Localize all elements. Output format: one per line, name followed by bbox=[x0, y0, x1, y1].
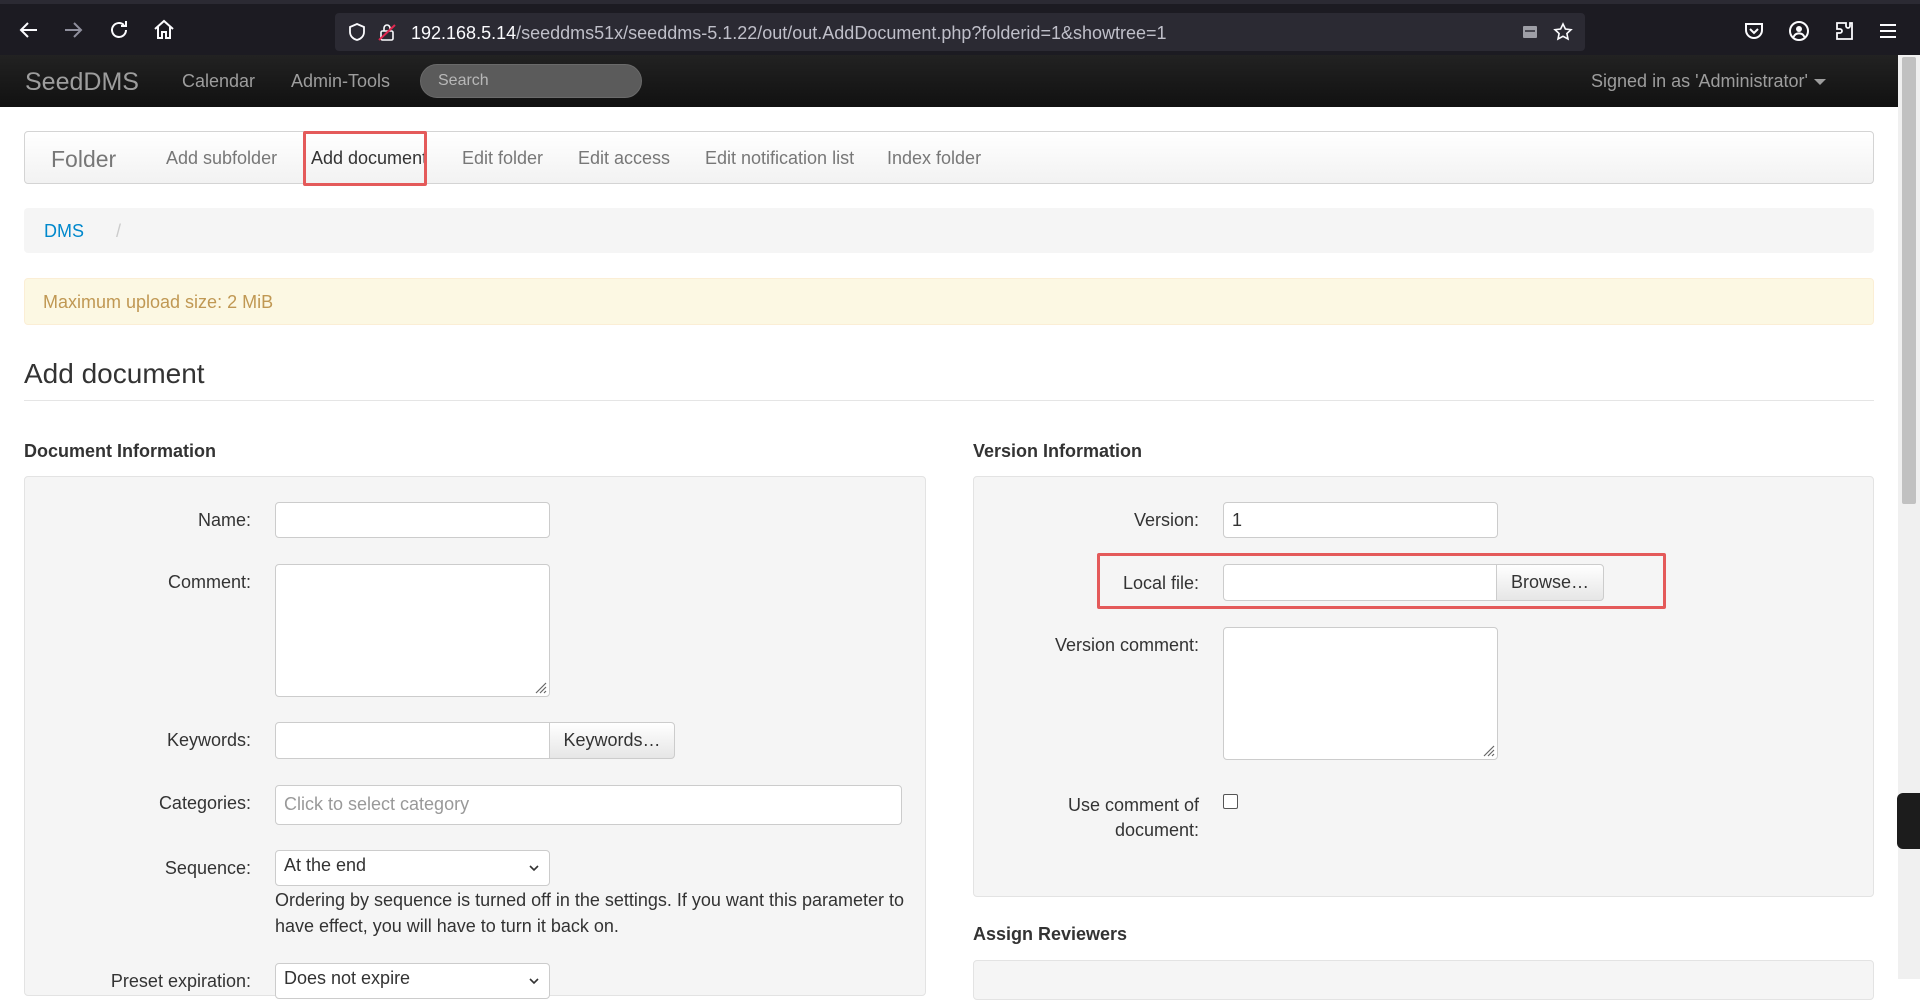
nav-admin-tools[interactable]: Admin-Tools bbox=[291, 71, 390, 92]
use-comment-label-line-1: Use comment of bbox=[1067, 795, 1199, 815]
side-panel-handle[interactable] bbox=[1897, 793, 1920, 849]
chevron-down-icon bbox=[529, 865, 539, 872]
keywords-button[interactable]: Keywords… bbox=[549, 722, 675, 759]
comment-textarea[interactable] bbox=[275, 564, 550, 697]
url-path: /seeddms51x/seeddms-5.1.22/out/out.AddDo… bbox=[516, 23, 1167, 43]
comment-label: Comment: bbox=[167, 572, 251, 592]
home-button[interactable] bbox=[152, 18, 176, 42]
sequence-select[interactable]: At the end bbox=[275, 850, 550, 886]
assign-reviewers-legend: Assign Reviewers bbox=[973, 924, 1128, 944]
pocket-icon[interactable] bbox=[1742, 19, 1766, 43]
arrow-right-icon bbox=[65, 22, 83, 38]
arrow-left-icon bbox=[19, 22, 37, 38]
caret-down-icon bbox=[1814, 79, 1826, 86]
edit-folder-link[interactable]: Edit folder bbox=[462, 148, 543, 169]
bookmark-star-icon[interactable] bbox=[1553, 22, 1573, 42]
edit-access-link[interactable]: Edit access bbox=[578, 148, 670, 169]
expiration-value: Does not expire bbox=[284, 968, 411, 988]
version-comment-label: Version comment: bbox=[1054, 635, 1199, 655]
reviewers-panel bbox=[973, 960, 1874, 1000]
breadcrumb-dms[interactable]: DMS bbox=[44, 221, 84, 242]
sequence-label: Sequence: bbox=[164, 858, 251, 878]
sequence-help-text: Ordering by sequence is turned off in th… bbox=[275, 887, 904, 939]
menu-icon[interactable] bbox=[1876, 19, 1900, 43]
forward-button[interactable] bbox=[61, 18, 85, 42]
version-info-legend: Version Information bbox=[973, 441, 1143, 461]
chevron-down-icon bbox=[529, 978, 539, 985]
keywords-input[interactable] bbox=[275, 722, 550, 759]
name-input[interactable] bbox=[275, 502, 550, 538]
alert-text: Maximum upload size: 2 MiB bbox=[43, 292, 274, 312]
extensions-icon[interactable] bbox=[1832, 19, 1856, 43]
brand-link[interactable]: SeedDMS bbox=[25, 68, 139, 97]
name-label: Name: bbox=[197, 510, 251, 530]
add-document-highlight bbox=[303, 131, 427, 186]
scroll-thumb[interactable] bbox=[1902, 57, 1916, 504]
expiration-label: Preset expiration: bbox=[110, 971, 251, 991]
url-text[interactable]: 192.168.5.14/seeddms51x/seeddms-5.1.22/o… bbox=[411, 23, 1167, 44]
version-comment-textarea[interactable] bbox=[1223, 627, 1498, 760]
user-menu[interactable]: Signed in as 'Administrator' bbox=[1591, 71, 1826, 92]
folder-title[interactable]: Folder bbox=[51, 146, 116, 173]
url-bar[interactable]: 192.168.5.14/seeddms51x/seeddms-5.1.22/o… bbox=[335, 13, 1585, 51]
upload-size-alert: Maximum upload size: 2 MiB bbox=[24, 278, 1874, 325]
version-input[interactable] bbox=[1223, 502, 1498, 538]
shield-icon[interactable] bbox=[347, 22, 367, 42]
categories-placeholder: Click to select category bbox=[284, 794, 470, 814]
breadcrumb-separator: / bbox=[116, 221, 122, 241]
nav-calendar[interactable]: Calendar bbox=[182, 71, 255, 92]
search-input[interactable] bbox=[420, 64, 642, 98]
sequence-help-line-2: have effect, you will have to turn it ba… bbox=[275, 916, 619, 936]
folder-navbar: Folder Add subfolder Add document Edit f… bbox=[24, 131, 1874, 184]
categories-select[interactable]: Click to select category bbox=[275, 785, 902, 825]
reload-button[interactable] bbox=[107, 18, 131, 42]
version-info-panel: Version: Local file: Browse… Version com… bbox=[973, 476, 1874, 897]
local-file-highlight bbox=[1097, 553, 1666, 609]
add-subfolder-link[interactable]: Add subfolder bbox=[166, 148, 277, 169]
document-info-legend: Document Information bbox=[24, 441, 216, 461]
keywords-label: Keywords: bbox=[166, 730, 251, 750]
use-comment-label: Use comment of document: bbox=[974, 793, 1199, 843]
categories-label: Categories: bbox=[158, 793, 251, 813]
signed-in-label: Signed in as 'Administrator' bbox=[1591, 71, 1808, 91]
browser-toolbar: 192.168.5.14/seeddms51x/seeddms-5.1.22/o… bbox=[0, 0, 1920, 55]
resize-grip-icon[interactable] bbox=[1481, 743, 1495, 757]
document-info-panel: Name: Comment: Keywords: Keywords… Categ… bbox=[24, 476, 926, 999]
back-button[interactable] bbox=[17, 18, 41, 42]
title-divider bbox=[24, 400, 1874, 401]
insecure-lock-icon[interactable] bbox=[377, 22, 397, 42]
expiration-select[interactable]: Does not expire bbox=[275, 963, 550, 999]
reader-view-icon[interactable] bbox=[1520, 22, 1540, 42]
app-navbar: SeedDMS Calendar Admin-Tools Signed in a… bbox=[0, 55, 1898, 107]
reload-icon bbox=[111, 21, 127, 38]
account-icon[interactable] bbox=[1787, 19, 1811, 43]
home-icon bbox=[154, 19, 174, 39]
use-comment-checkbox[interactable] bbox=[1223, 794, 1238, 809]
sequence-value: At the end bbox=[284, 855, 367, 875]
version-label: Version: bbox=[1133, 510, 1199, 530]
url-host: 192.168.5.14 bbox=[411, 23, 517, 43]
use-comment-label-line-2: document: bbox=[1114, 820, 1199, 840]
edit-notification-list-link[interactable]: Edit notification list bbox=[705, 148, 854, 169]
resize-grip-icon[interactable] bbox=[533, 680, 547, 694]
index-folder-link[interactable]: Index folder bbox=[887, 148, 981, 169]
breadcrumb: DMS / bbox=[24, 208, 1874, 253]
page-title: Add document bbox=[24, 358, 205, 389]
sequence-help-line-1: Ordering by sequence is turned off in th… bbox=[275, 890, 905, 910]
